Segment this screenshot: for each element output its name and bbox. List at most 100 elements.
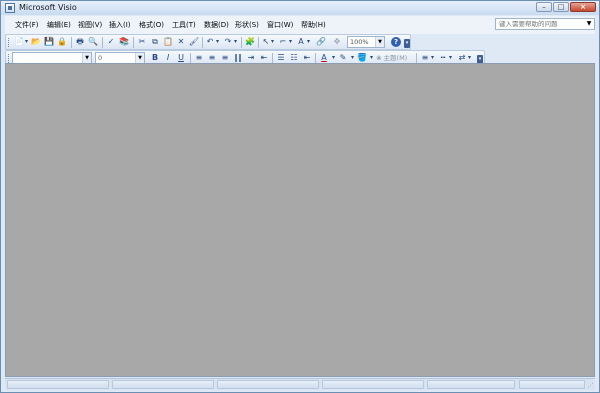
hyperlink-icon[interactable]: 🔗 (316, 37, 326, 47)
help-dropdown-icon[interactable]: ▼ (584, 19, 594, 29)
menu-edit[interactable]: 编辑(E) (47, 21, 71, 29)
zoom-combobox[interactable]: 100% ▼ (347, 36, 385, 48)
status-panel (427, 380, 515, 389)
cut-icon[interactable]: ✂ (137, 37, 147, 47)
open-icon[interactable]: 📂 (31, 37, 41, 47)
paste-icon[interactable]: 📋 (163, 37, 173, 47)
print-preview-icon[interactable]: 🔍 (88, 37, 98, 47)
undo-icon[interactable]: ↶ (205, 37, 215, 47)
menu-help[interactable]: 帮助(H) (301, 21, 326, 29)
toolbar-separator (202, 37, 203, 48)
maximize-button[interactable]: □ (553, 2, 569, 12)
line-ends-icon[interactable]: ⇄ (457, 53, 467, 63)
text-dropdown-icon[interactable]: ▾ (306, 37, 311, 47)
zoom-dropdown-icon[interactable]: ▼ (375, 37, 384, 47)
align-center-icon[interactable]: ≡ (207, 53, 217, 63)
window-title: Microsoft Visio (19, 3, 77, 12)
status-panel (112, 380, 214, 389)
menu-view[interactable]: 视图(V) (78, 21, 102, 29)
undo-dropdown-icon[interactable]: ▾ (215, 37, 220, 47)
italic-icon[interactable]: I (163, 53, 173, 63)
line-pattern-dropdown-icon[interactable]: ▾ (448, 53, 453, 63)
line-color-dropdown-icon[interactable]: ▾ (350, 53, 355, 63)
font-size-dropdown-icon[interactable]: ▼ (135, 53, 144, 63)
status-panel (217, 380, 319, 389)
theme-icon: ❀ (376, 54, 382, 62)
bold-icon[interactable]: B (150, 53, 160, 63)
line-weight-icon[interactable]: ≡ (420, 53, 430, 63)
line-pattern-icon[interactable]: ┅ (438, 53, 448, 63)
spelling-icon[interactable]: ✓ (106, 37, 116, 47)
new-document-icon[interactable]: 📄 (14, 37, 24, 47)
minimize-button[interactable]: – (536, 2, 552, 12)
numbering-icon[interactable]: ☷ (289, 53, 299, 63)
drawing-workspace[interactable] (5, 63, 595, 377)
align-left-icon[interactable]: ≡ (194, 53, 204, 63)
help-search-input[interactable] (496, 19, 585, 29)
toolbar-options-icon[interactable]: ▾ (404, 39, 410, 48)
font-dropdown-icon[interactable]: ▼ (82, 53, 91, 63)
minimize-icon: – (542, 3, 546, 11)
new-dropdown-icon[interactable]: ▾ (24, 37, 29, 47)
pointer-dropdown-icon[interactable]: ▾ (270, 37, 275, 47)
close-button[interactable]: × (570, 2, 596, 12)
research-icon[interactable]: 📚 (119, 37, 129, 47)
window-controls: – □ × (536, 2, 596, 12)
visio-window: Microsoft Visio – □ × 文件(F) 编辑(E) 视图(V) … (0, 0, 600, 393)
copy-icon[interactable]: ⧉ (150, 37, 160, 47)
theme-label: 主题(M) (383, 54, 408, 62)
menu-tools[interactable]: 工具(T) (172, 21, 196, 29)
connector-dropdown-icon[interactable]: ▾ (288, 37, 293, 47)
toolbar-separator (71, 37, 72, 48)
bullets-icon[interactable]: ☰ (276, 53, 286, 63)
line-color-icon[interactable]: ✎ (338, 53, 348, 63)
toolbar-grip-icon[interactable] (8, 38, 11, 47)
redo-icon[interactable]: ↷ (223, 37, 233, 47)
fill-color-icon[interactable]: 🪣 (357, 53, 367, 63)
justify-icon[interactable]: ‖‖ (233, 53, 243, 63)
status-panel (519, 380, 585, 389)
toolbar-separator (258, 37, 259, 48)
help-search-box[interactable]: ▼ (495, 18, 595, 30)
close-icon: × (580, 3, 586, 11)
visio-app-icon[interactable] (5, 3, 15, 13)
increase-indent-icon[interactable]: ⇥ (246, 53, 256, 63)
align-right-icon[interactable]: ≡ (220, 53, 230, 63)
menu-data[interactable]: 数据(D) (204, 21, 229, 29)
menu-insert[interactable]: 插入(I) (109, 21, 131, 29)
toolbar-grip-icon[interactable] (8, 54, 11, 63)
toolbar-separator (241, 37, 242, 48)
toolbar-separator (102, 37, 103, 48)
redo-dropdown-icon[interactable]: ▾ (233, 37, 238, 47)
menu-format[interactable]: 格式(O) (139, 21, 164, 29)
line-ends-dropdown-icon[interactable]: ▾ (467, 53, 472, 63)
title-bar[interactable]: Microsoft Visio – □ × (1, 1, 599, 15)
theme-button[interactable]: ❀ 主题(M) (376, 53, 407, 63)
delete-icon[interactable]: ✕ (176, 37, 186, 47)
status-panel (322, 380, 424, 389)
permission-icon[interactable]: 🔒 (57, 37, 67, 47)
menu-window[interactable]: 窗口(W) (267, 21, 293, 29)
print-icon[interactable]: 🖶 (75, 37, 85, 47)
underline-icon[interactable]: U (176, 53, 186, 63)
resize-grip-icon[interactable]: ⋰ (587, 382, 594, 389)
format-painter-icon[interactable]: 🖌 (189, 37, 199, 47)
pan-zoom-icon[interactable]: ✥ (332, 37, 342, 47)
font-color-dropdown-icon[interactable]: ▾ (331, 53, 336, 63)
line-weight-dropdown-icon[interactable]: ▾ (430, 53, 435, 63)
shapes-icon[interactable]: 🧩 (245, 37, 255, 47)
save-icon[interactable]: 💾 (44, 37, 54, 47)
standard-toolbar: 📄 ▾ 📂 💾 🔒 🖶 🔍 ✓ 📚 ✂ ⧉ 📋 ✕ 🖌 ↶ ▾ ↷ ▾ 🧩 ↖ … (5, 34, 411, 50)
menu-bar: 文件(F) 编辑(E) 视图(V) 插入(I) 格式(O) 工具(T) 数据(D… (5, 16, 595, 34)
menu-shape[interactable]: 形状(S) (235, 21, 259, 29)
connector-tool-icon[interactable]: ⌐ (278, 37, 288, 47)
menu-file[interactable]: 文件(F) (15, 21, 39, 29)
outdent-icon[interactable]: ⇤ (302, 53, 312, 63)
decrease-indent-icon[interactable]: ⇤ (259, 53, 269, 63)
font-size-value: 0 (98, 54, 103, 62)
fill-color-dropdown-icon[interactable]: ▾ (369, 53, 374, 63)
status-panel (7, 380, 109, 389)
text-tool-icon[interactable]: A (296, 37, 306, 47)
help-icon[interactable]: ? (391, 37, 401, 47)
font-color-icon[interactable]: A (319, 53, 329, 63)
